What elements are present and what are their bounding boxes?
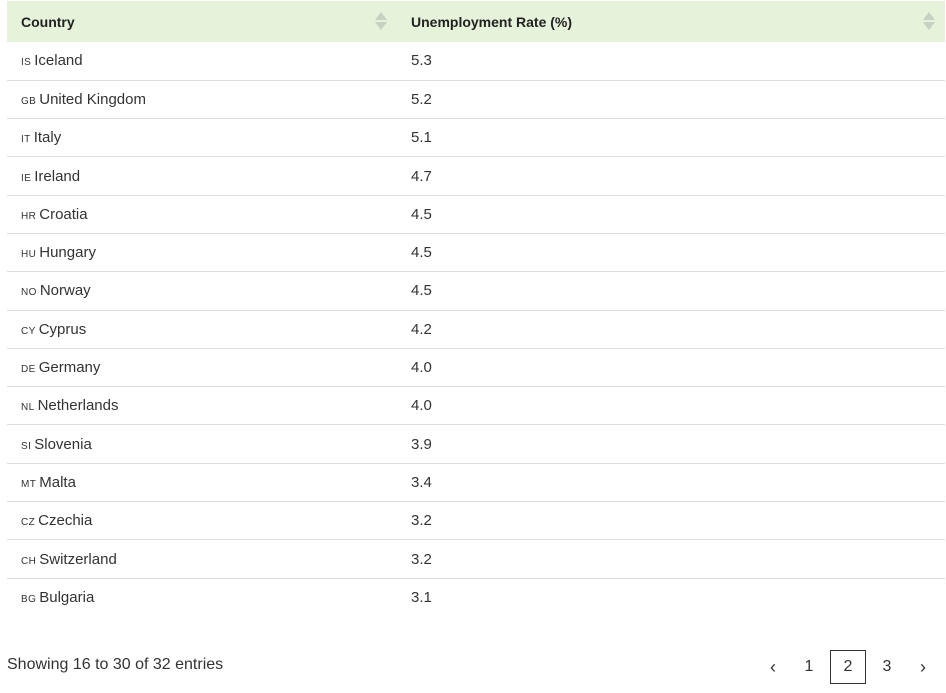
country-cell: GB United Kingdom bbox=[7, 80, 397, 118]
rate-cell: 5.1 bbox=[411, 129, 432, 147]
country-code: MT bbox=[21, 478, 37, 490]
country-code: BG bbox=[21, 594, 37, 606]
data-table-container: Country Unemployment Rate (%) IS Iceland 5… bbox=[7, 1, 945, 616]
country-cell: IS Iceland bbox=[7, 42, 397, 80]
table-body: IS Iceland 5.3 GB United Kingdom 5.2 IT Italy 5.… bbox=[7, 42, 945, 616]
rate-cell: 4.0 bbox=[411, 359, 432, 377]
entries-info: Showing 16 to 30 of 32 entries bbox=[7, 656, 224, 673]
country-code: SI bbox=[21, 440, 32, 452]
previous-page-button[interactable]: ‹ bbox=[758, 650, 788, 684]
country-name: Germany bbox=[38, 359, 101, 377]
country-cell: CH Switzerland bbox=[7, 540, 397, 578]
table-row: IE Ireland 4.7 bbox=[7, 157, 945, 196]
rate-cell: 4.2 bbox=[411, 320, 432, 338]
sort-icon[interactable] bbox=[375, 10, 387, 34]
column-header-country-label: Country bbox=[21, 13, 75, 30]
country-code: NL bbox=[21, 402, 35, 414]
rate-cell: 4.5 bbox=[411, 244, 432, 262]
country-code: IE bbox=[21, 172, 32, 184]
country-name: Bulgaria bbox=[39, 589, 95, 607]
country-cell: MT Malta bbox=[7, 463, 397, 501]
country-cell: NL Netherlands bbox=[7, 387, 397, 425]
rate-cell: 3.2 bbox=[411, 512, 432, 530]
table-row: NL Netherlands 4.0 bbox=[7, 387, 945, 425]
country-cell: IE Ireland bbox=[7, 157, 397, 195]
table-row: BG Bulgaria 3.1 bbox=[7, 578, 945, 616]
pagination: ‹ 1 2 3 › bbox=[754, 650, 938, 684]
country-name: United Kingdom bbox=[39, 90, 146, 108]
rate-cell: 5.3 bbox=[411, 52, 432, 70]
table-row: CY Cyprus 4.2 bbox=[7, 310, 945, 349]
unemployment-table: Country Unemployment Rate (%) IS Iceland 5… bbox=[7, 1, 945, 616]
country-code: HR bbox=[21, 210, 37, 222]
table-row: DE Germany 4.0 bbox=[7, 348, 945, 387]
country-name: Switzerland bbox=[39, 550, 117, 568]
country-code: HU bbox=[21, 249, 37, 261]
rate-cell: 4.0 bbox=[411, 397, 432, 415]
table-header-row: Country Unemployment Rate (%) bbox=[7, 1, 945, 42]
rate-cell: 5.2 bbox=[411, 90, 432, 108]
country-name: Iceland bbox=[34, 52, 83, 70]
country-name: Malta bbox=[39, 473, 76, 491]
next-page-button[interactable]: › bbox=[908, 650, 938, 684]
rate-cell: 3.2 bbox=[411, 550, 432, 568]
page-button-1[interactable]: 1 bbox=[792, 650, 826, 684]
country-cell: NO Norway bbox=[7, 272, 397, 310]
country-name: Italy bbox=[33, 129, 62, 147]
country-code: IS bbox=[21, 57, 32, 69]
country-cell: CZ Czechia bbox=[7, 502, 397, 540]
table-row: IT Italy 5.1 bbox=[7, 119, 945, 157]
country-code: CY bbox=[21, 325, 36, 337]
table-row: SI Slovenia 3.9 bbox=[7, 425, 945, 464]
country-name: Croatia bbox=[39, 205, 88, 223]
page-button-3[interactable]: 3 bbox=[870, 650, 904, 684]
table-row: NO Norway 4.5 bbox=[7, 272, 945, 311]
country-code: GB bbox=[21, 95, 37, 107]
table-row: HR Croatia 4.5 bbox=[7, 195, 945, 234]
country-name: Ireland bbox=[34, 167, 81, 185]
country-cell: SI Slovenia bbox=[7, 425, 397, 463]
country-cell: CY Cyprus bbox=[7, 310, 397, 348]
column-header-rate[interactable]: Unemployment Rate (%) bbox=[397, 1, 945, 42]
table-row: HU Hungary 4.5 bbox=[7, 233, 945, 272]
rate-cell: 4.7 bbox=[411, 167, 432, 185]
table-row: IS Iceland 5.3 bbox=[7, 42, 945, 81]
rate-cell: 4.5 bbox=[411, 282, 432, 300]
table-row: CZ Czechia 3.2 bbox=[7, 502, 945, 540]
rate-cell: 3.1 bbox=[411, 589, 432, 607]
column-header-rate-label: Unemployment Rate (%) bbox=[411, 13, 573, 30]
country-code: CZ bbox=[21, 517, 36, 529]
rate-cell: 4.5 bbox=[411, 205, 432, 223]
country-cell: IT Italy bbox=[7, 119, 397, 157]
country-name: Cyprus bbox=[38, 320, 87, 338]
table-row: MT Malta 3.4 bbox=[7, 463, 945, 502]
country-name: Slovenia bbox=[34, 435, 92, 453]
country-cell: BG Bulgaria bbox=[7, 578, 397, 616]
country-cell: HU Hungary bbox=[7, 233, 397, 271]
country-cell: HR Croatia bbox=[7, 195, 397, 233]
country-code: CH bbox=[21, 555, 37, 567]
country-name: Czechia bbox=[38, 512, 93, 530]
country-name: Norway bbox=[39, 282, 91, 300]
rate-cell: 3.9 bbox=[411, 435, 432, 453]
sort-icon[interactable] bbox=[923, 10, 935, 34]
country-code: DE bbox=[21, 364, 36, 376]
country-code: NO bbox=[21, 287, 37, 299]
table-row: CH Switzerland 3.2 bbox=[7, 540, 945, 579]
table-row: GB United Kingdom 5.2 bbox=[7, 80, 945, 119]
page-button-2[interactable]: 2 bbox=[830, 650, 866, 684]
column-header-country[interactable]: Country bbox=[7, 1, 397, 42]
country-name: Hungary bbox=[39, 244, 96, 262]
country-name: Netherlands bbox=[37, 397, 119, 415]
country-cell: DE Germany bbox=[7, 348, 397, 386]
country-code: IT bbox=[21, 134, 31, 146]
rate-cell: 3.4 bbox=[411, 473, 432, 491]
